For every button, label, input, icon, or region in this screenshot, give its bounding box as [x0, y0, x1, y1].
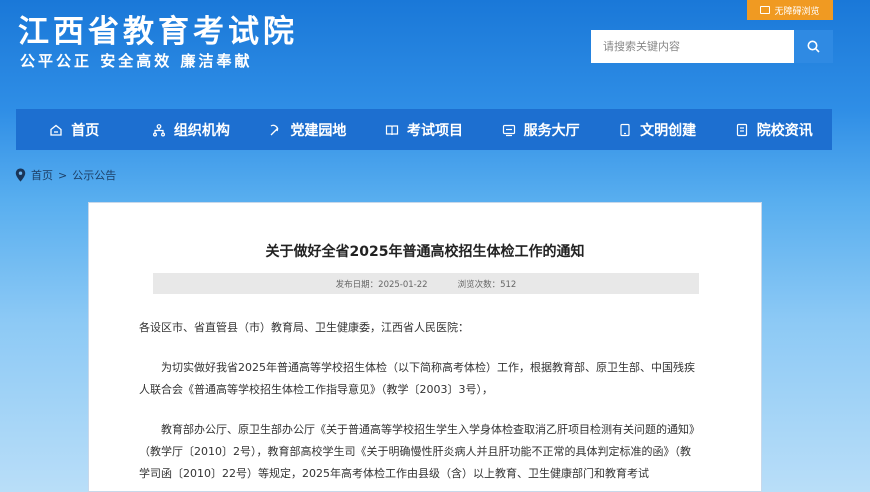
view-count: 浏览次数：512 — [457, 279, 517, 290]
nav-item-home[interactable]: 首页 — [16, 109, 133, 150]
search-box — [591, 30, 833, 63]
search-icon — [807, 40, 820, 53]
accessibility-label: 无障碍浏览 — [774, 6, 820, 17]
breadcrumb: 首页 > 公示公告 — [15, 167, 116, 183]
tablet-icon — [620, 123, 630, 136]
home-icon — [50, 124, 62, 136]
paragraph-salutation: 各设区市、省直管县（市）教育局、卫生健康委，江西省人民医院： — [139, 321, 469, 334]
nav-item-exams[interactable]: 考试项目 — [366, 109, 483, 150]
article-panel: 关于做好全省2025年普通高校招生体检工作的通知 发布日期：2025-01-22… — [88, 202, 762, 492]
article-title: 关于做好全省2025年普通高校招生体检工作的通知 — [265, 244, 585, 260]
service-window-icon — [502, 124, 515, 136]
nav-label: 文明创建 — [640, 122, 697, 139]
nav-item-service[interactable]: 服务大厅 — [482, 109, 599, 150]
nav-item-party[interactable]: 党建园地 — [249, 109, 366, 150]
paragraph: 教育部办公厅、原卫生部办公厅《关于普通高等学校招生学生入学身体检查取消乙肝项目检… — [139, 423, 700, 480]
location-pin-icon — [15, 168, 26, 182]
article-meta: 发布日期：2025-01-22 浏览次数：512 — [153, 273, 699, 294]
nav-label: 首页 — [71, 122, 100, 139]
main-nav: 首页 组织机构 党建园地 考试项目 服务大厅 文明创建 院校资讯 — [16, 109, 832, 150]
site-header: 江西省教育考试院 公平公正 安全高效 廉洁奉献 无障碍浏览 — [0, 0, 870, 105]
party-badge-icon — [270, 124, 279, 135]
nav-item-colleges[interactable]: 院校资讯 — [715, 109, 832, 150]
site-title[interactable]: 江西省教育考试院 — [18, 6, 298, 51]
article-body: 各设区市、省直管县（市）教育局、卫生健康委，江西省人民医院： 为切实做好我省20… — [139, 317, 701, 492]
breadcrumb-current[interactable]: 公示公告 — [72, 167, 116, 183]
search-input[interactable] — [591, 30, 794, 63]
nav-label: 院校资讯 — [756, 122, 813, 139]
document-icon — [736, 123, 747, 136]
breadcrumb-home-link[interactable]: 首页 — [31, 167, 53, 183]
nav-item-organization[interactable]: 组织机构 — [133, 109, 250, 150]
nav-label: 党建园地 — [290, 122, 347, 139]
search-button[interactable] — [794, 30, 833, 63]
nav-item-civilization[interactable]: 文明创建 — [599, 109, 716, 150]
publish-date: 发布日期：2025-01-22 — [335, 279, 428, 290]
paragraph: 为切实做好我省2025年普通高等学校招生体检（以下简称高考体检）工作，根据教育部… — [139, 361, 695, 396]
nav-label: 考试项目 — [407, 122, 464, 139]
open-book-icon — [385, 124, 399, 135]
org-chart-icon — [152, 123, 165, 137]
monitor-icon — [760, 6, 771, 14]
nav-label: 服务大厅 — [523, 122, 580, 139]
nav-label: 组织机构 — [173, 122, 230, 139]
accessibility-button[interactable]: 无障碍浏览 — [747, 0, 833, 20]
site-slogan: 公平公正 安全高效 廉洁奉献 — [20, 52, 253, 70]
breadcrumb-separator: > — [58, 168, 68, 182]
